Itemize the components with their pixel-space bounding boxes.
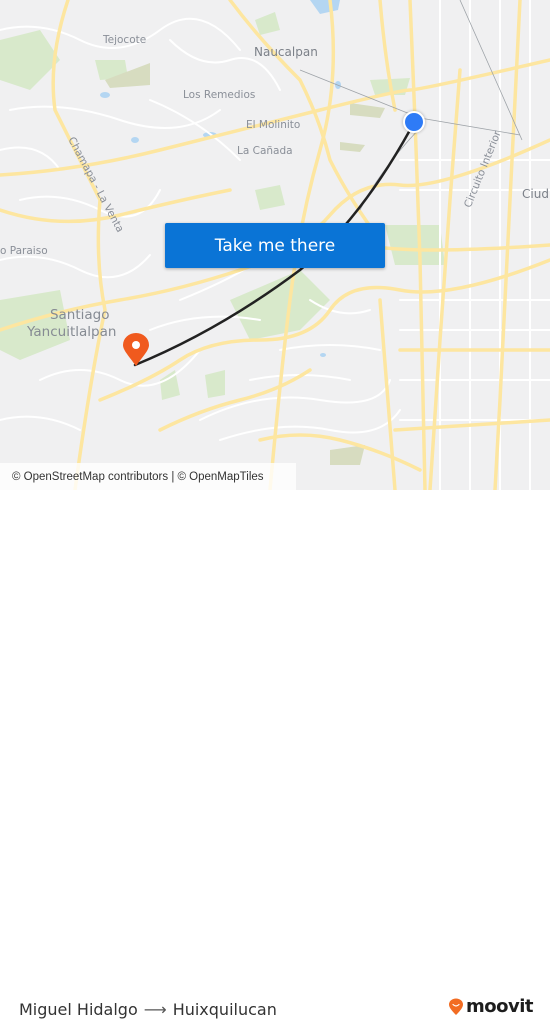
destination-name: Huixquilucan: [172, 1000, 277, 1019]
moovit-wordmark: moovit: [466, 996, 534, 1017]
map[interactable]: Tejocote Naucalpan Los Remedios El Molin…: [0, 0, 550, 490]
origin-name: Miguel Hidalgo: [19, 1000, 138, 1019]
map-attribution[interactable]: © OpenStreetMap contributors | © OpenMap…: [0, 463, 296, 490]
moovit-logo[interactable]: moovit: [448, 996, 534, 1017]
take-me-there-button[interactable]: Take me there: [165, 223, 385, 268]
footer: Miguel Hidalgo ⟶ Huixquilucan moovit: [0, 490, 550, 1019]
moovit-pin-icon: [449, 998, 463, 1015]
route-summary: Miguel Hidalgo ⟶ Huixquilucan: [19, 1000, 277, 1019]
origin-dot-icon[interactable]: [403, 111, 425, 133]
destination-pin-icon[interactable]: [122, 333, 150, 367]
arrow-right-icon: ⟶: [143, 1000, 167, 1019]
